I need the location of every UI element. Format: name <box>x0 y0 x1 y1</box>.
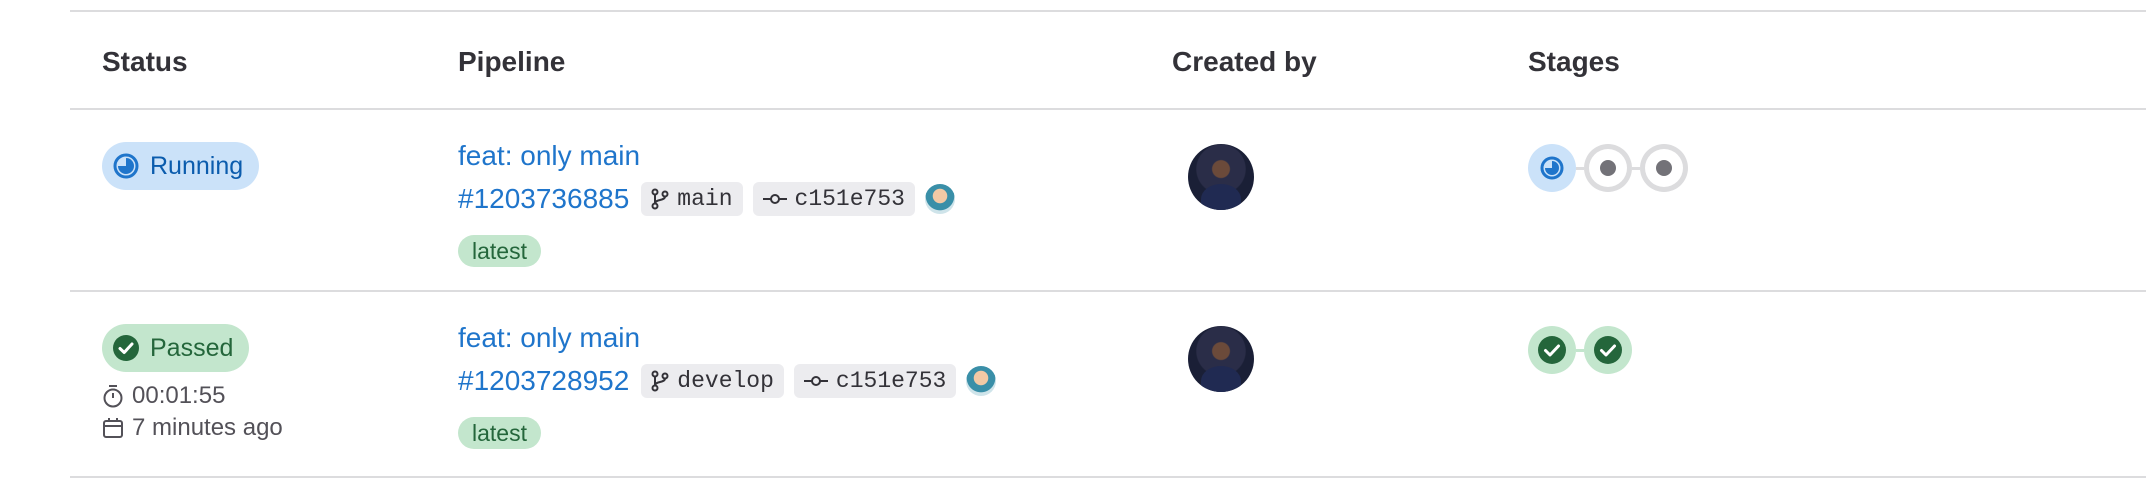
finished-time: 7 minutes ago <box>102 414 283 442</box>
pipeline-title-link[interactable]: feat: only main <box>458 140 640 172</box>
pipeline-id-line: #1203728952 develop c151e753 <box>458 364 997 398</box>
stage-connector <box>1576 166 1584 170</box>
pipeline-title-link[interactable]: feat: only main <box>458 322 640 354</box>
branch-name: develop <box>677 368 774 394</box>
pipeline-id-link[interactable]: #1203728952 <box>458 365 629 397</box>
calendar-icon <box>103 418 123 438</box>
stage-created-icon[interactable] <box>1584 144 1632 192</box>
status-badge[interactable]: Passed <box>102 324 250 372</box>
status-running-icon <box>112 152 140 180</box>
pipeline-id-line: #1203736885 main c151e753 <box>458 182 955 216</box>
header-created-by: Created by <box>1172 46 1317 77</box>
latest-badge: latest <box>458 417 541 449</box>
commit-author-avatar[interactable] <box>924 184 955 214</box>
timer-icon <box>103 385 123 408</box>
commit-icon <box>762 194 787 204</box>
stage-connector <box>1576 348 1584 352</box>
status-success-icon <box>112 334 140 362</box>
avatar[interactable] <box>1188 326 1254 392</box>
commit-author-avatar[interactable] <box>966 366 997 396</box>
table-row: Running feat: only main #1203736885 main <box>70 110 2146 300</box>
stages-list <box>1528 144 1688 192</box>
avatar[interactable] <box>1188 144 1254 210</box>
commit-chip[interactable]: c151e753 <box>793 364 957 398</box>
table-row: Passed 00:01:55 7 minutes ago feat: only… <box>70 292 2146 484</box>
branch-icon <box>651 370 669 392</box>
stage-connector <box>1632 166 1640 170</box>
header-status: Status <box>102 46 188 77</box>
status-label: Passed <box>150 333 234 362</box>
branch-name: main <box>677 186 733 212</box>
pipeline-id-link[interactable]: #1203736885 <box>458 183 629 215</box>
stage-success-icon[interactable] <box>1528 326 1576 374</box>
stage-created-icon[interactable] <box>1640 144 1688 192</box>
table-top-border <box>70 10 2146 12</box>
latest-badge: latest <box>458 235 541 267</box>
stage-success-icon[interactable] <box>1584 326 1632 374</box>
commit-sha: c151e753 <box>835 368 947 394</box>
table-bottom-border <box>70 476 2146 478</box>
branch-chip[interactable]: develop <box>641 364 784 398</box>
status-badge[interactable]: Running <box>102 142 260 190</box>
status-label: Running <box>150 151 244 180</box>
stage-running-icon[interactable] <box>1528 144 1576 192</box>
duration: 00:01:55 <box>102 382 225 410</box>
commit-chip[interactable]: c151e753 <box>752 182 915 216</box>
commit-icon <box>803 376 828 386</box>
header-pipeline: Pipeline <box>458 46 566 77</box>
header-stages: Stages <box>1528 46 1620 77</box>
branch-chip[interactable]: main <box>641 182 743 216</box>
branch-icon <box>651 188 669 210</box>
stages-list <box>1528 326 1632 374</box>
commit-sha: c151e753 <box>794 186 905 212</box>
